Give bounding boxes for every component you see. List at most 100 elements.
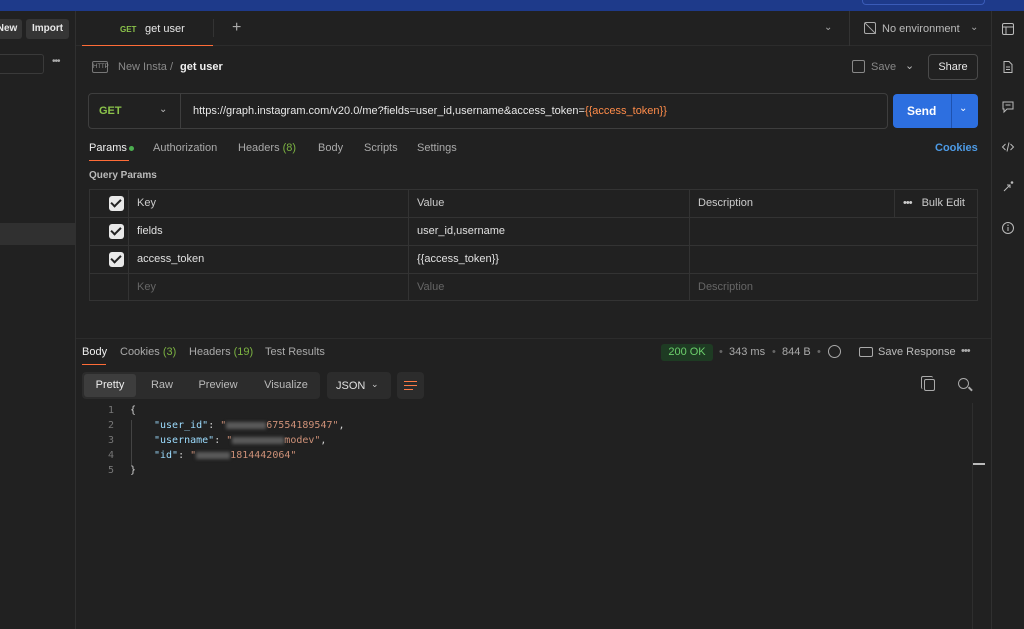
- tab-body[interactable]: Body: [318, 142, 343, 154]
- info-icon[interactable]: [1000, 221, 1016, 237]
- more-icon[interactable]: •••: [903, 197, 913, 209]
- scrollbar-thumb[interactable]: [973, 463, 985, 465]
- row-actions-cell: [894, 218, 977, 245]
- new-key-input[interactable]: Key: [128, 274, 408, 301]
- tab-title: get user: [145, 23, 185, 35]
- environment-label: No environment: [882, 23, 960, 35]
- param-value-cell[interactable]: user_id,username: [408, 218, 689, 245]
- send-options-chevron-icon[interactable]: ⌄: [959, 103, 967, 114]
- json-key: "id": [154, 450, 179, 461]
- response-tab-test-results[interactable]: Test Results: [265, 346, 325, 358]
- response-size[interactable]: 844 B: [782, 346, 811, 358]
- environment-selector[interactable]: No environment ⌄: [849, 11, 991, 46]
- cookies-link[interactable]: Cookies: [935, 142, 978, 154]
- response-more-icon[interactable]: •••: [961, 345, 971, 357]
- redacted-value: [196, 451, 231, 459]
- comments-icon[interactable]: [1000, 100, 1016, 116]
- breadcrumb-parent[interactable]: New Insta: [118, 61, 167, 73]
- sidebar-search-input[interactable]: [0, 54, 44, 74]
- method-select[interactable]: GET ⌄: [89, 94, 181, 128]
- sidebar-selected-item[interactable]: [0, 223, 75, 245]
- add-tab-icon[interactable]: +: [232, 19, 241, 37]
- response-tab-headers[interactable]: Headers (19): [189, 346, 253, 358]
- tab-scripts[interactable]: Scripts: [364, 142, 398, 154]
- environment-quick-look-icon[interactable]: [1000, 22, 1016, 38]
- row-checkbox[interactable]: [109, 224, 124, 239]
- new-value-input[interactable]: Value: [408, 274, 689, 301]
- code-line[interactable]: }: [130, 465, 136, 476]
- response-tab-cookies[interactable]: Cookies (3): [120, 346, 176, 358]
- breadcrumb-current[interactable]: get user: [180, 61, 223, 73]
- row-checkbox-cell[interactable]: [90, 218, 128, 245]
- left-sidebar: New Import •••: [0, 11, 76, 629]
- import-button[interactable]: Import: [26, 19, 69, 39]
- json-colon: :: [178, 450, 191, 461]
- wrap-lines-icon[interactable]: [397, 372, 424, 399]
- send-divider: [951, 94, 952, 128]
- chevron-down-icon: ⌄: [371, 379, 379, 389]
- tab-headers[interactable]: Headers (8): [238, 142, 296, 154]
- tab-settings[interactable]: Settings: [417, 142, 457, 154]
- response-tab-cookies-count: (3): [162, 346, 177, 358]
- editor-scroll-track[interactable]: [972, 403, 973, 629]
- select-all-checkbox[interactable]: [109, 196, 124, 211]
- tabs-overflow-chevron-icon[interactable]: ⌄: [824, 22, 832, 33]
- format-preview-button[interactable]: Preview: [192, 372, 244, 399]
- row-actions-cell: [894, 274, 977, 301]
- json-comma: ,: [320, 435, 327, 446]
- param-key-cell[interactable]: access_token: [128, 246, 408, 273]
- meta-separator: •: [817, 346, 821, 358]
- related-collections-icon[interactable]: [1000, 180, 1016, 196]
- new-description-input[interactable]: Description: [689, 274, 894, 301]
- response-tab-body[interactable]: Body: [82, 346, 107, 358]
- top-app-bar: [0, 0, 1024, 11]
- copy-icon[interactable]: [921, 376, 935, 391]
- save-response-button[interactable]: Save Response: [878, 346, 956, 358]
- sidebar-more-icon[interactable]: •••: [52, 56, 60, 67]
- format-pretty-button[interactable]: Pretty: [84, 374, 136, 397]
- right-sidebar: [991, 11, 1024, 629]
- code-line[interactable]: "username": " modev",: [154, 435, 326, 446]
- query-params-title: Query Params: [89, 170, 157, 181]
- response-tab-cookies-label: Cookies: [120, 346, 160, 358]
- documentation-icon[interactable]: [1000, 60, 1016, 76]
- tab-params[interactable]: Params: [89, 142, 127, 154]
- param-key-cell[interactable]: fields: [128, 218, 408, 245]
- network-globe-icon[interactable]: [828, 345, 841, 358]
- save-options-chevron-icon[interactable]: ⌄: [905, 59, 914, 72]
- row-actions-cell: [894, 246, 977, 273]
- code-line[interactable]: "user_id": " 67554189547",: [154, 420, 345, 431]
- line-number: 3: [107, 435, 114, 446]
- save-icon[interactable]: [852, 60, 865, 73]
- table-header-row: Key Value Description ••• Bulk Edit: [90, 190, 977, 218]
- tab-get-user[interactable]: GET get user: [82, 11, 213, 46]
- new-button[interactable]: New: [0, 19, 22, 39]
- send-button[interactable]: Send ⌄: [893, 94, 978, 128]
- code-line[interactable]: "id": " 1814442064": [154, 450, 296, 461]
- url-input[interactable]: https://graph.instagram.com/v20.0/me?fie…: [193, 105, 667, 117]
- code-line[interactable]: {: [130, 405, 136, 416]
- save-button[interactable]: Save: [871, 61, 896, 73]
- response-tab-headers-label: Headers: [189, 346, 231, 358]
- tab-authorization[interactable]: Authorization: [153, 142, 217, 154]
- format-raw-button[interactable]: Raw: [144, 372, 180, 399]
- response-divider[interactable]: [76, 338, 991, 339]
- search-icon[interactable]: [958, 378, 969, 389]
- url-variable: {{access_token}}: [584, 105, 667, 117]
- param-description-cell[interactable]: [689, 246, 894, 273]
- share-button[interactable]: Share: [928, 54, 978, 80]
- bulk-edit-button[interactable]: ••• Bulk Edit: [894, 190, 977, 217]
- response-time[interactable]: 343 ms: [729, 346, 765, 358]
- code-icon[interactable]: [1000, 140, 1016, 156]
- param-value-cell[interactable]: {{access_token}}: [408, 246, 689, 273]
- format-visualize-button[interactable]: Visualize: [256, 372, 316, 399]
- select-all-cell[interactable]: [90, 190, 128, 217]
- row-checkbox[interactable]: [109, 252, 124, 267]
- language-select[interactable]: JSON ⌄: [327, 372, 391, 399]
- row-checkbox-cell[interactable]: [90, 246, 128, 273]
- query-params-table: Key Value Description ••• Bulk Edit field…: [89, 189, 978, 301]
- status-badge[interactable]: 200 OK: [661, 344, 713, 361]
- row-checkbox-cell: [90, 274, 128, 301]
- param-description-cell[interactable]: [689, 218, 894, 245]
- json-colon: :: [208, 420, 221, 431]
